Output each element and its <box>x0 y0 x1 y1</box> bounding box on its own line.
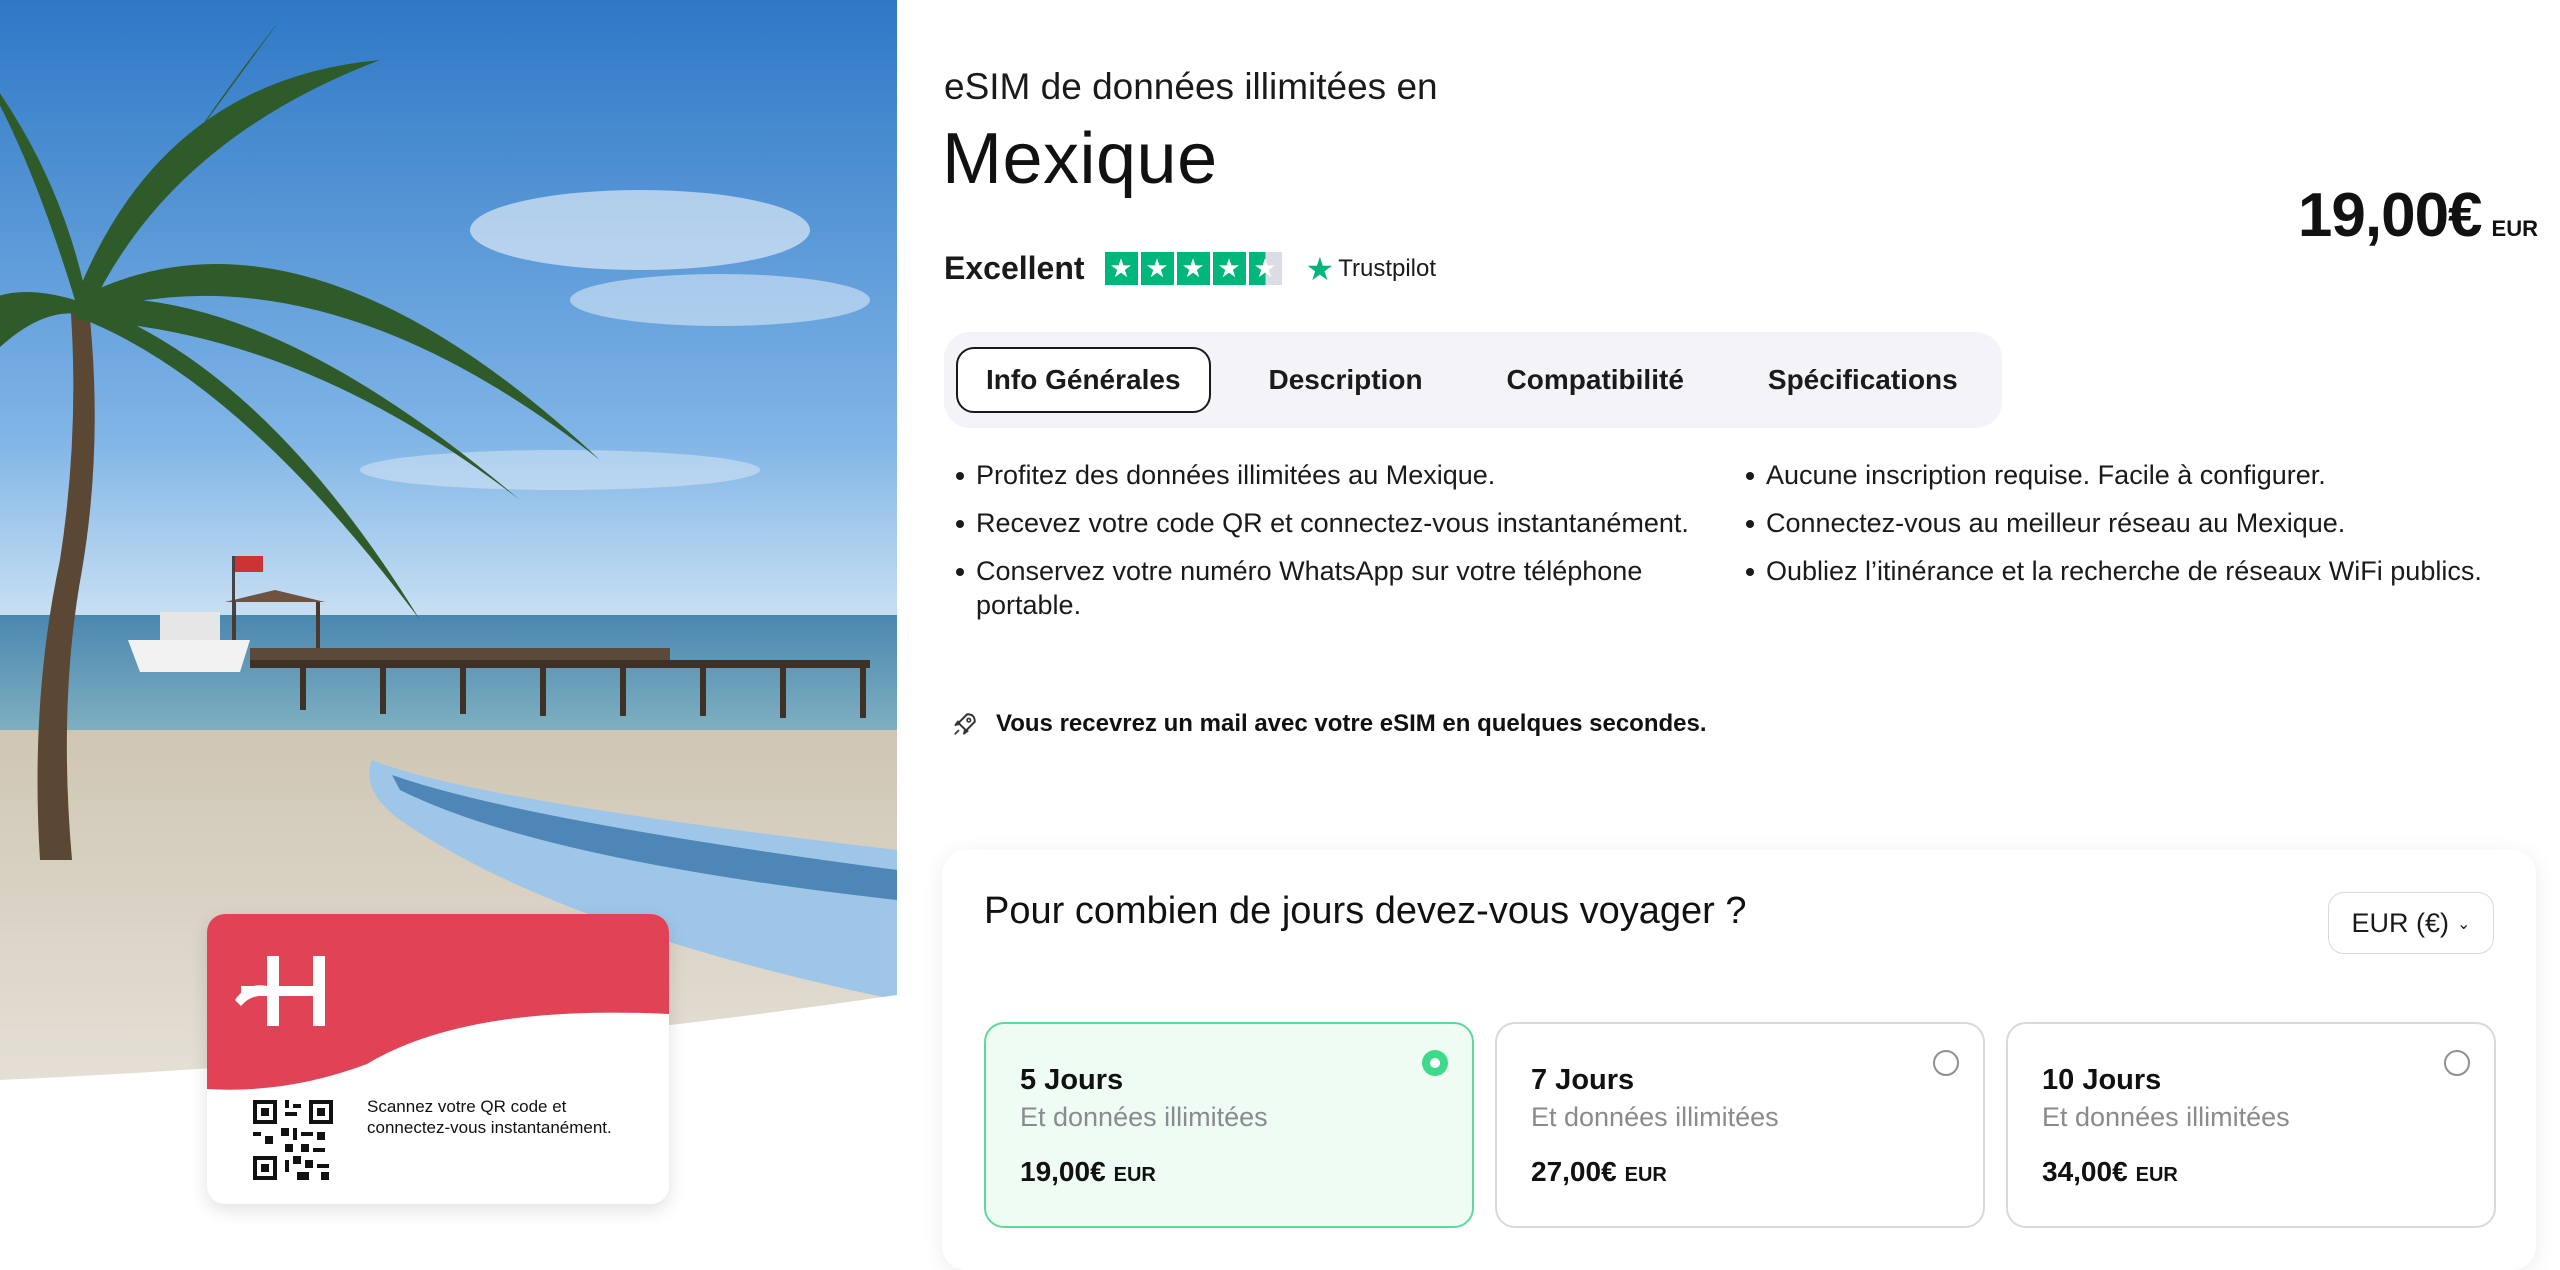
product-title: Mexique <box>942 119 1218 199</box>
plan-description: Et données illimitées <box>1020 1102 1268 1132</box>
duration-selector-panel: Pour combien de jours devez-vous voyager… <box>942 850 2536 1270</box>
duration-question: Pour combien de jours devez-vous voyager… <box>984 890 1747 932</box>
star-icon: ★ <box>1140 252 1174 285</box>
plan-price: 34,00€ EUR <box>2042 1156 2178 1188</box>
trustpilot-rating[interactable]: Excellent ★ ★ ★ ★ ★ ★ Trustpilot <box>944 250 1436 287</box>
trustpilot-label: Trustpilot <box>1338 254 1437 282</box>
radio-selected-icon[interactable] <box>1422 1050 1448 1076</box>
esim-card: Scannez votre QR code et connectez-vous … <box>207 914 669 1204</box>
plan-price: 19,00€ EUR <box>1020 1156 1156 1188</box>
half-star-icon: ★ <box>1248 252 1282 285</box>
feature-item: Recevez votre code QR et connectez-vous … <box>954 506 1714 540</box>
chevron-down-icon: ⌄ <box>2457 913 2471 933</box>
qr-instruction-text: Scannez votre QR code et connectez-vous … <box>367 1097 612 1137</box>
radio-icon[interactable] <box>1933 1050 1959 1076</box>
currency-select-value: EUR (€) <box>2351 907 2450 938</box>
feature-list-right: Aucune inscription requise. Facile à con… <box>1744 458 2484 602</box>
trustpilot-star-icon: ★ <box>1305 249 1335 288</box>
product-subtitle: eSIM de données illimitées en <box>944 66 1438 107</box>
tab-compatibilite[interactable]: Compatibilité <box>1479 347 1712 413</box>
rating-stars: ★ ★ ★ ★ ★ <box>1104 252 1282 285</box>
card-brand-banner <box>207 914 669 1090</box>
rating-word: Excellent <box>944 250 1085 286</box>
info-tabs: Info Générales Description Compatibilité… <box>944 332 2002 428</box>
plan-option-5-days[interactable]: 5 Jours Et données illimitées 19,00€ EUR <box>984 1022 1474 1228</box>
plan-description: Et données illimitées <box>2042 1102 2290 1132</box>
feature-item: Aucune inscription requise. Facile à con… <box>1744 458 2484 492</box>
plan-option-7-days[interactable]: 7 Jours Et données illimitées 27,00€ EUR <box>1495 1022 1985 1228</box>
plan-days: 7 Jours <box>1531 1064 1635 1096</box>
plan-description: Et données illimitées <box>1531 1102 1779 1132</box>
plan-price-currency: EUR <box>2135 1164 2178 1186</box>
product-price: 19,00€ EUR <box>2298 180 2538 251</box>
tab-info-generales[interactable]: Info Générales <box>956 347 1211 413</box>
plan-days: 5 Jours <box>1020 1064 1124 1096</box>
rocket-icon <box>954 713 976 735</box>
price-amount: 19,00€ <box>2297 181 2483 250</box>
plan-option-10-days[interactable]: 10 Jours Et données illimitées 34,00€ EU… <box>2006 1022 2496 1228</box>
tab-description[interactable]: Description <box>1241 347 1451 413</box>
feature-list-left: Profitez des données illimitées au Mexiq… <box>954 458 1714 636</box>
plan-price-amount: 34,00€ <box>2042 1156 2128 1187</box>
star-icon: ★ <box>1104 252 1138 285</box>
tab-specifications[interactable]: Spécifications <box>1740 347 1986 413</box>
feature-item: Oubliez l’itinérance et la recherche de … <box>1744 554 2484 588</box>
plan-price: 27,00€ EUR <box>1531 1156 1667 1188</box>
feature-item: Connectez-vous au meilleur réseau au Mex… <box>1744 506 2484 540</box>
plan-price-amount: 27,00€ <box>1531 1156 1617 1187</box>
price-currency: EUR <box>2491 216 2538 241</box>
currency-select[interactable]: EUR (€) ⌄ <box>2328 892 2494 954</box>
delivery-note: Vous recevrez un mail avec votre eSIM en… <box>952 710 1707 738</box>
radio-icon[interactable] <box>2444 1050 2470 1076</box>
trustpilot-logo: ★ Trustpilot <box>1306 253 1437 285</box>
plan-days: 10 Jours <box>2042 1064 2162 1096</box>
feature-item: Conservez votre numéro WhatsApp sur votr… <box>954 554 1714 622</box>
star-icon: ★ <box>1176 252 1210 285</box>
qr-code-icon <box>253 1100 333 1180</box>
hero-image: Scannez votre QR code et connectez-vous … <box>0 0 897 1244</box>
star-icon: ★ <box>1212 252 1246 285</box>
plan-price-currency: EUR <box>1113 1164 1156 1186</box>
feature-item: Profitez des données illimitées au Mexiq… <box>954 458 1714 492</box>
delivery-note-text: Vous recevrez un mail avec votre eSIM en… <box>996 710 1707 737</box>
plan-price-currency: EUR <box>1624 1164 1667 1186</box>
plan-price-amount: 19,00€ <box>1020 1156 1106 1187</box>
